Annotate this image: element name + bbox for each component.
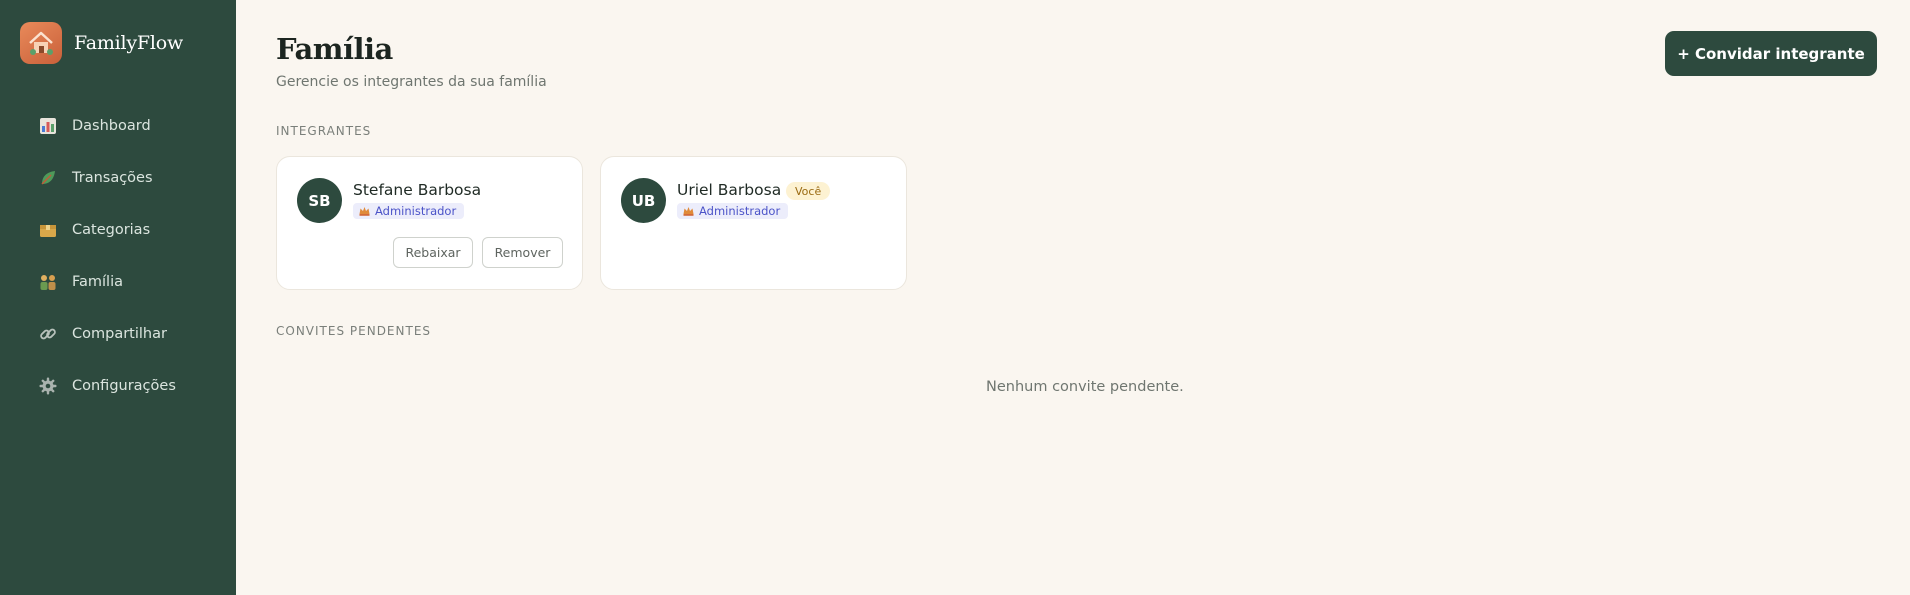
crown-icon	[359, 207, 370, 216]
family-icon	[38, 272, 58, 292]
role-badge: Administrador	[353, 203, 465, 219]
empty-invites-message: Nenhum convite pendente.	[986, 379, 1184, 395]
invite-member-button[interactable]: + Convidar integrante	[1665, 31, 1877, 76]
member-name: Stefane Barbosa	[353, 181, 482, 199]
sidebar-item-categorias[interactable]: Categorias	[0, 204, 236, 256]
gear-icon	[38, 376, 58, 396]
box-icon	[38, 220, 58, 240]
sidebar-item-label: Configurações	[72, 378, 176, 394]
page-subtitle: Gerencie os integrantes da sua família	[276, 74, 547, 90]
sidebar-item-label: Categorias	[72, 222, 151, 238]
member-card: UB Uriel Barbosa Você Administrador	[600, 156, 907, 290]
invites-section-label: CONVITES PENDENTES	[276, 324, 432, 338]
sidebar-nav: Dashboard Transações Categorias Família …	[0, 100, 236, 412]
avatar: SB	[297, 178, 342, 223]
role-label: Administrador	[699, 204, 781, 218]
house-icon	[20, 22, 62, 64]
bar-chart-icon	[38, 116, 58, 136]
page-title: Família	[276, 32, 393, 66]
sidebar-item-compartilhar[interactable]: Compartilhar	[0, 308, 236, 360]
sidebar-item-configuracoes[interactable]: Configurações	[0, 360, 236, 412]
app-name: FamilyFlow	[74, 32, 184, 54]
sidebar-item-label: Família	[72, 274, 123, 290]
member-card: SB Stefane Barbosa Administrador Rebaixa…	[276, 156, 583, 290]
sidebar-item-label: Compartilhar	[72, 326, 167, 342]
sidebar: FamilyFlow Dashboard Transações Categori…	[0, 0, 236, 595]
sidebar-item-dashboard[interactable]: Dashboard	[0, 100, 236, 152]
remove-button[interactable]: Remover	[482, 237, 563, 268]
leaf-icon	[38, 168, 58, 188]
sidebar-item-transacoes[interactable]: Transações	[0, 152, 236, 204]
role-label: Administrador	[375, 204, 457, 218]
avatar: UB	[621, 178, 666, 223]
sidebar-item-label: Dashboard	[72, 118, 151, 134]
link-icon	[38, 324, 58, 344]
you-badge: Você	[786, 182, 831, 200]
brand[interactable]: FamilyFlow	[20, 22, 183, 64]
demote-button[interactable]: Rebaixar	[393, 237, 473, 268]
sidebar-item-familia[interactable]: Família	[0, 256, 236, 308]
sidebar-item-label: Transações	[72, 170, 153, 186]
crown-icon	[683, 207, 694, 216]
member-name: Uriel Barbosa	[677, 181, 782, 199]
members-section-label: INTEGRANTES	[276, 124, 372, 138]
role-badge: Administrador	[677, 203, 789, 219]
